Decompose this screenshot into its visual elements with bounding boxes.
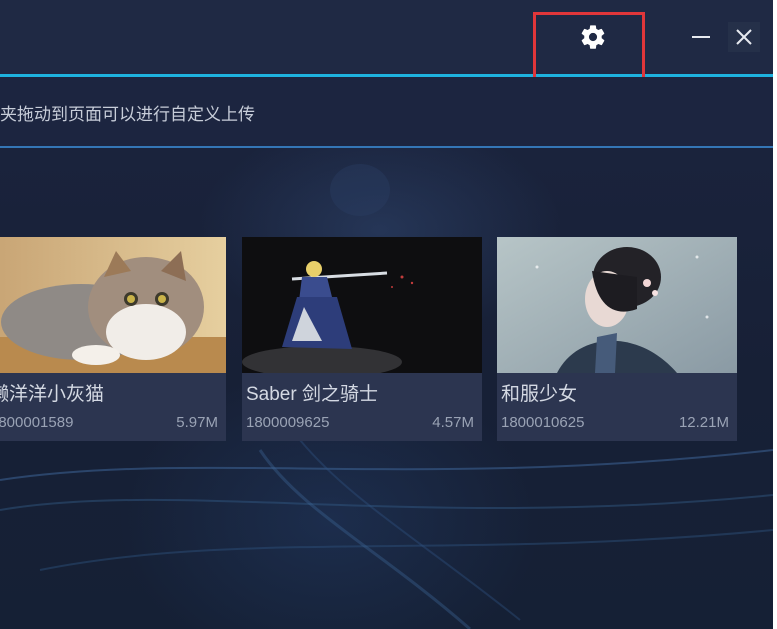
wallpaper-id: 1800009625 bbox=[246, 414, 330, 431]
wallpaper-size: 12.21M bbox=[678, 414, 729, 431]
wallpaper-size: 5.97M bbox=[176, 414, 218, 431]
close-icon bbox=[736, 29, 752, 45]
wallpaper-id: 1800001589 bbox=[0, 414, 74, 431]
wallpaper-card[interactable]: Saber 剑之骑士 1800009625 4.57M bbox=[242, 237, 482, 441]
wallpaper-thumbnail bbox=[242, 237, 482, 373]
wallpaper-title: Saber 剑之骑士 bbox=[246, 384, 378, 405]
wallpaper-card[interactable]: 懒洋洋小灰猫 1800001589 5.97M bbox=[0, 237, 226, 441]
minimize-icon bbox=[692, 36, 710, 38]
wallpaper-size: 4.57M bbox=[432, 414, 474, 431]
hint-divider bbox=[0, 146, 773, 148]
wallpaper-id: 1800010625 bbox=[501, 414, 585, 431]
title-bar bbox=[0, 0, 773, 74]
wallpaper-thumbnail bbox=[0, 237, 226, 373]
close-button[interactable] bbox=[728, 22, 760, 52]
wallpaper-title: 懒洋洋小灰猫 bbox=[0, 384, 105, 405]
right-edge-strip bbox=[773, 0, 777, 629]
minimize-button[interactable] bbox=[688, 22, 714, 52]
wallpaper-thumbnail bbox=[497, 237, 737, 373]
wallpaper-card[interactable]: 和服少女 1800010625 12.21M bbox=[497, 237, 737, 441]
upload-hint-text: 夹拖动到页面可以进行自定义上传 bbox=[0, 105, 255, 124]
app-window: 夹拖动到页面可以进行自定义上传 懒洋洋小灰猫 800001589 5.97M S… bbox=[0, 0, 773, 629]
wallpaper-title: 和服少女 bbox=[501, 384, 578, 405]
